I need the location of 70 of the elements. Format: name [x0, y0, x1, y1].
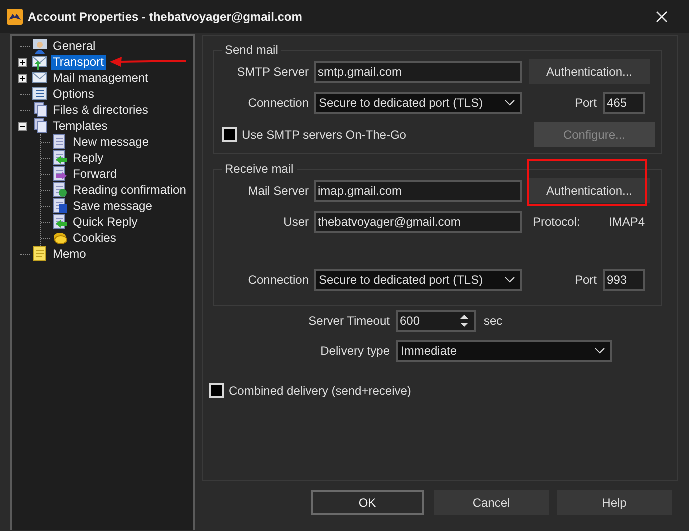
coins-icon: [52, 230, 68, 246]
chevron-down-icon: [505, 100, 515, 106]
document-icon: [52, 198, 68, 214]
dialog-button[interactable]: OK: [311, 490, 424, 515]
window-title: Account Properties - thebatvoyager@gmail.com: [28, 10, 304, 24]
dialog-button[interactable]: Cancel: [434, 490, 549, 515]
tree-item[interactable]: Reply: [71, 150, 106, 166]
envelope-icon: [32, 70, 48, 86]
field-label: Server Timeout: [308, 314, 391, 328]
tree-item[interactable]: Forward: [71, 166, 120, 182]
authentication-button[interactable]: Authentication...: [529, 59, 650, 84]
list-icon: [32, 86, 48, 102]
port-field[interactable]: 993: [603, 269, 646, 291]
delivery-type-dropdown[interactable]: Immediate: [396, 340, 612, 362]
field-label: User: [282, 215, 310, 229]
checkbox[interactable]: [222, 127, 237, 142]
tree-item[interactable]: Mail management: [51, 70, 150, 86]
input-field[interactable]: smtp.gmail.com: [314, 60, 522, 82]
tree-item[interactable]: Memo: [51, 246, 88, 262]
tree-item[interactable]: Templates: [51, 118, 110, 134]
documents-icon: [32, 118, 48, 134]
chevron-down-icon: [505, 277, 515, 283]
tree-item[interactable]: Reading confirmation: [71, 182, 188, 198]
chevron-down-icon: [595, 348, 605, 354]
tree-item[interactable]: Cookies: [71, 230, 118, 246]
protocol-value: IMAP4: [609, 215, 646, 229]
documents-icon: [32, 102, 48, 118]
group-title: Send mail: [224, 43, 280, 57]
person-icon: [32, 38, 48, 54]
input-field[interactable]: thebatvoyager@gmail.com: [314, 211, 522, 233]
expander-icon[interactable]: [18, 58, 27, 66]
bat-logo-icon: [7, 8, 23, 24]
tree-item[interactable]: Quick Reply: [71, 214, 140, 230]
spin-arrows-icon[interactable]: [460, 314, 469, 328]
field-label: Port: [575, 96, 598, 110]
field-label: Port: [575, 273, 598, 287]
note-icon: [32, 246, 48, 262]
tree-item[interactable]: General: [51, 38, 98, 54]
field-label: Connection: [247, 96, 310, 110]
document-icon: [52, 214, 68, 230]
document-icon: [52, 182, 68, 198]
document-icon: [52, 166, 68, 182]
dialog-button[interactable]: Help: [557, 490, 672, 515]
checkbox-label: Use SMTP servers On-The-Go: [242, 128, 406, 142]
tree-item[interactable]: Save message: [71, 198, 154, 214]
unit-label: sec: [484, 314, 503, 328]
timeout-spinner[interactable]: 600: [396, 310, 476, 332]
checkbox[interactable]: [209, 383, 224, 398]
document-icon: [52, 134, 68, 150]
group-title: Receive mail: [224, 162, 295, 176]
close-icon[interactable]: [656, 10, 668, 22]
authentication-button[interactable]: Authentication...: [529, 178, 650, 203]
checkbox-label: Combined delivery (send+receive): [229, 384, 412, 398]
port-field[interactable]: 465: [603, 92, 646, 114]
input-field[interactable]: imap.gmail.com: [314, 180, 522, 202]
field-label: SMTP Server: [236, 64, 310, 78]
field-label: Delivery type: [320, 344, 391, 358]
connection-dropdown[interactable]: Secure to dedicated port (TLS): [314, 92, 522, 114]
field-label: Connection: [247, 273, 310, 287]
document-icon: [52, 150, 68, 166]
tree-item[interactable]: Files & directories: [51, 102, 150, 118]
connection-dropdown[interactable]: Secure to dedicated port (TLS): [314, 269, 522, 291]
tree-item[interactable]: Options: [51, 86, 96, 102]
field-label: Protocol:: [533, 215, 582, 229]
field-label: Mail Server: [247, 184, 310, 198]
expander-icon[interactable]: [18, 122, 27, 130]
tree-item[interactable]: Transport: [51, 54, 106, 70]
envelope-icon: [32, 54, 48, 70]
expander-icon[interactable]: [18, 74, 27, 82]
tree-item[interactable]: New message: [71, 134, 152, 150]
